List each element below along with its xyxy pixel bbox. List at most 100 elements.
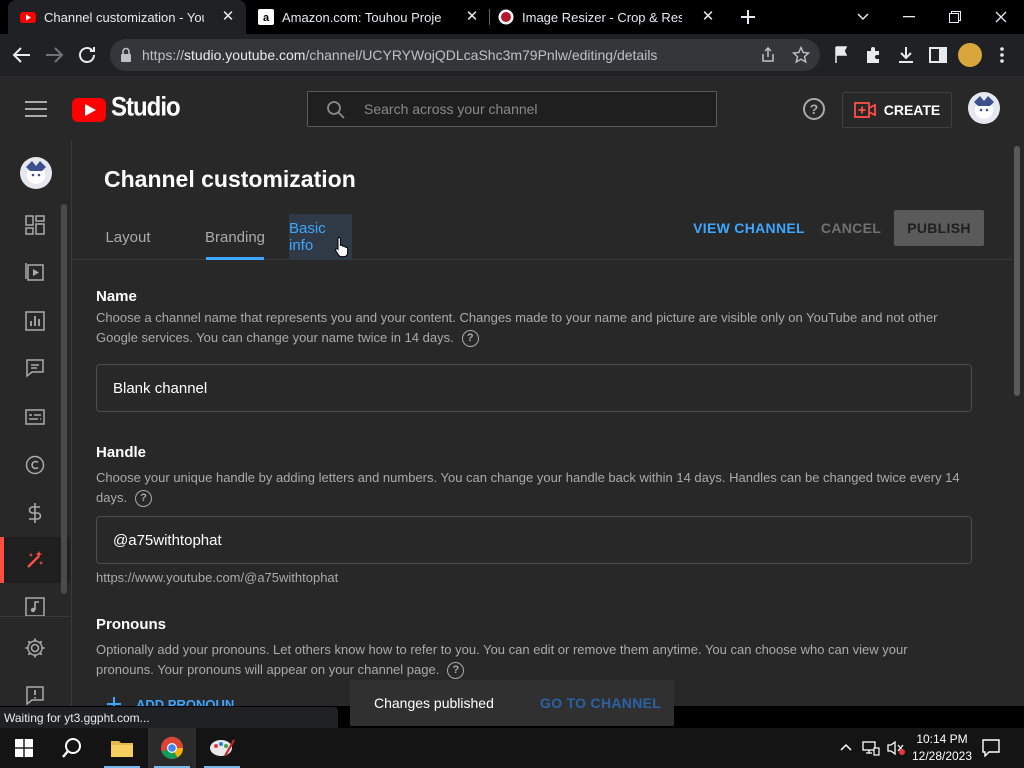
rail-item-comments[interactable] [0, 345, 70, 391]
extensions-puzzle-icon[interactable] [862, 43, 886, 67]
handle-field-value: @a75withtophat [113, 531, 222, 549]
pronouns-heading: Pronouns [96, 616, 166, 633]
taskbar-file-explorer[interactable] [98, 728, 146, 768]
rail-item-content[interactable] [0, 249, 70, 295]
side-panel-icon[interactable] [926, 43, 950, 67]
main-content: Channel customization Layout Branding Ba… [72, 140, 1012, 706]
youtube-logo-icon[interactable] [72, 98, 106, 122]
studio-logo-text[interactable]: Studio [111, 93, 181, 124]
close-tab-icon[interactable]: ✕ [220, 9, 236, 25]
profile-avatar[interactable] [958, 43, 982, 67]
search-input[interactable]: Search across your channel [307, 91, 717, 127]
help-icon[interactable]: ? [803, 98, 825, 120]
network-icon[interactable] [862, 740, 880, 756]
download-icon[interactable] [894, 43, 918, 67]
paint-palette-icon [210, 739, 235, 757]
channel-avatar[interactable] [20, 157, 52, 189]
page-scrollbar-thumb[interactable] [1014, 146, 1020, 396]
bookmark-star-icon[interactable] [792, 46, 810, 64]
close-tab-icon[interactable]: ✕ [464, 9, 480, 25]
tab-search-icon[interactable] [840, 0, 886, 34]
forward-arrow-icon[interactable] [42, 43, 66, 67]
taskbar-chrome[interactable] [148, 728, 196, 768]
browser-tab-title: Image Resizer - Crop & Resize Images [522, 9, 682, 25]
start-button[interactable] [0, 728, 48, 768]
name-help-icon[interactable]: ? [461, 330, 479, 348]
search-icon [327, 101, 345, 119]
chevron-up-icon[interactable] [838, 740, 854, 756]
browser-menu-icon[interactable] [990, 43, 1014, 67]
publish-button[interactable]: PUBLISH [894, 210, 984, 246]
rail-item-analytics[interactable] [0, 298, 70, 344]
new-tab-icon[interactable] [738, 7, 758, 27]
rail-item-earn[interactable] [0, 490, 70, 536]
rail-item-dashboard[interactable] [0, 202, 70, 248]
analytics-icon [25, 311, 45, 331]
restore-icon[interactable] [932, 0, 978, 34]
close-tab-icon[interactable]: ✕ [700, 9, 716, 25]
url-host: studio.youtube.com [184, 47, 306, 63]
pronouns-help-icon[interactable]: ? [447, 662, 465, 680]
browser-tab-image-resizer[interactable]: Image Resizer - Crop & Resize Images ✕ [490, 0, 726, 34]
folder-icon [111, 741, 133, 757]
name-field[interactable]: Blank channel [96, 364, 972, 412]
pronouns-description-text: Optionally add your pronouns. Let others… [96, 642, 908, 677]
page-scrollbar[interactable] [1012, 140, 1024, 706]
rail-item-settings[interactable] [0, 625, 70, 671]
address-bar[interactable]: https://studio.youtube.com/channel/UCYRY… [110, 39, 820, 71]
chrome-icon [161, 736, 184, 759]
volume-muted-icon[interactable] [886, 740, 906, 756]
url-path: /channel/UCYRYWojQDLcaShc3m79Pnlw/editin… [305, 47, 658, 63]
browser-tab-strip: Channel customization - YouTube Studio ✕… [0, 0, 1024, 34]
rail-item-audio-library[interactable] [0, 586, 70, 616]
browser-tab-studio[interactable]: Channel customization - YouTube Studio ✕ [8, 0, 246, 34]
rail-scrollbar[interactable] [61, 204, 67, 594]
back-arrow-icon[interactable] [10, 43, 34, 67]
windows-logo-icon [15, 739, 33, 757]
view-channel-button[interactable]: VIEW CHANNEL [692, 210, 806, 246]
lock-icon[interactable] [120, 47, 132, 63]
snackbar-message: Changes published [374, 695, 494, 711]
amazon-favicon-icon: a [258, 9, 274, 25]
mouse-pointer-icon [335, 236, 349, 258]
flag-extension-icon[interactable] [830, 43, 854, 67]
customization-icon [27, 551, 43, 568]
system-tray [838, 728, 906, 768]
browser-tab-title: Amazon.com: Touhou Project Plush [282, 9, 442, 25]
minimize-icon[interactable] [886, 0, 932, 34]
dashboard-icon [25, 215, 45, 235]
name-description: Choose a channel name that represents yo… [96, 308, 966, 348]
page-title: Channel customization [104, 166, 356, 192]
cancel-button[interactable]: CANCEL [816, 210, 886, 246]
left-navigation-rail [0, 140, 72, 706]
notifications-button[interactable] [968, 728, 1014, 768]
snackbar: Changes published GO TO CHANNEL [350, 680, 674, 726]
subtitles-icon [25, 409, 45, 425]
notification-icon [982, 739, 1000, 757]
handle-field[interactable]: @a75withtophat [96, 516, 972, 564]
close-window-icon[interactable] [978, 0, 1024, 34]
add-pronoun-label: ADD PRONOUN [136, 696, 235, 707]
create-video-icon [853, 102, 876, 118]
youtube-favicon-icon [20, 12, 36, 23]
svg-text:a: a [263, 12, 270, 24]
audio-library-icon [25, 597, 45, 616]
add-pronoun-button[interactable]: ADD PRONOUN [106, 696, 234, 706]
taskbar-paint-app[interactable] [198, 728, 246, 768]
rail-item-copyright[interactable] [0, 442, 70, 488]
tab-branding[interactable]: Branding [205, 214, 265, 260]
create-button[interactable]: CREATE [842, 92, 952, 128]
hamburger-menu-icon[interactable] [25, 101, 47, 117]
rail-item-customization[interactable] [0, 537, 70, 583]
browser-tab-amazon[interactable]: a Amazon.com: Touhou Project Plush ✕ [250, 0, 488, 34]
reload-icon[interactable] [75, 43, 99, 67]
handle-heading: Handle [96, 444, 147, 461]
taskbar-search-button[interactable] [48, 728, 96, 768]
rail-item-subtitles[interactable] [0, 394, 70, 440]
go-to-channel-button[interactable]: GO TO CHANNEL [540, 695, 661, 711]
tab-layout[interactable]: Layout [96, 214, 160, 260]
account-avatar[interactable] [968, 92, 1000, 124]
name-field-value: Blank channel [113, 379, 208, 397]
share-icon[interactable] [760, 47, 776, 63]
handle-help-icon[interactable]: ? [135, 490, 153, 508]
